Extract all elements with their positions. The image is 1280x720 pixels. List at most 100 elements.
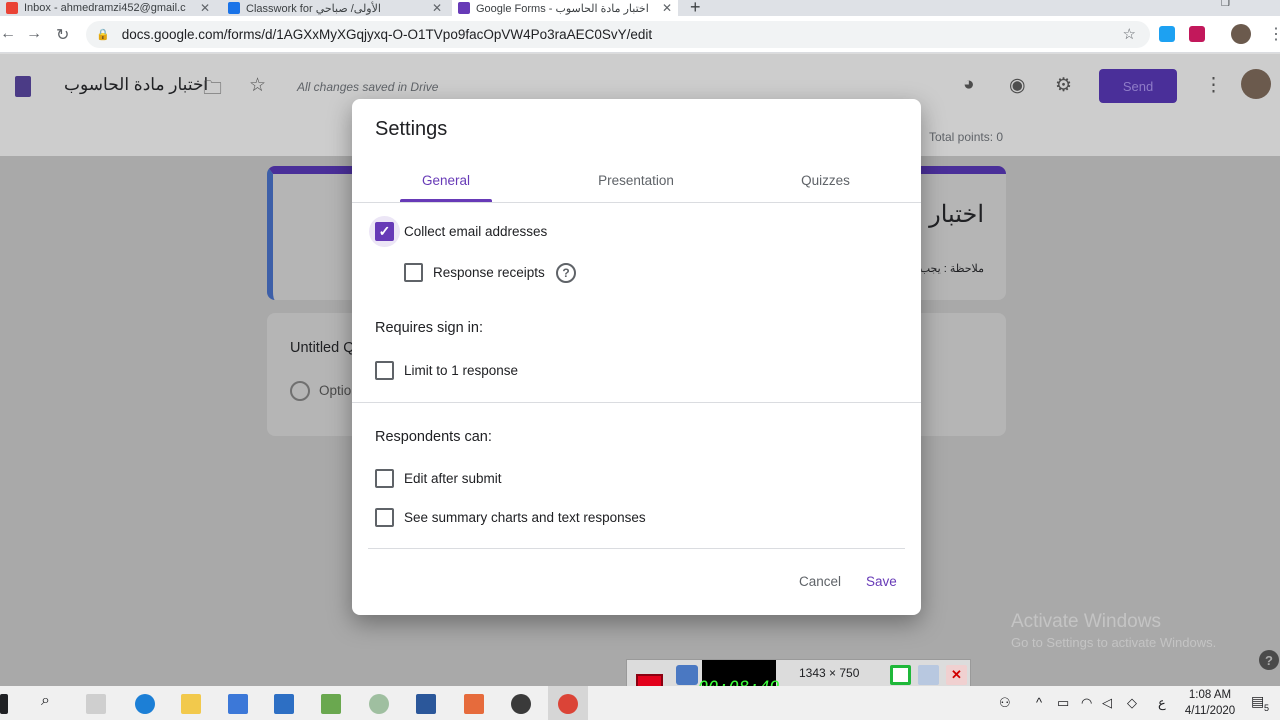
lock-icon: 🔒 bbox=[96, 29, 110, 41]
forward-icon[interactable]: → bbox=[26, 25, 42, 43]
wifi-icon[interactable]: ◠ bbox=[1081, 695, 1092, 711]
avatar[interactable] bbox=[1241, 69, 1271, 99]
action-center-icon[interactable]: ▤ bbox=[1251, 693, 1264, 710]
notepad-icon[interactable] bbox=[321, 694, 341, 714]
tab-general[interactable]: General bbox=[400, 173, 492, 188]
people-icon[interactable]: ⚇ bbox=[999, 695, 1011, 711]
help-circle-icon[interactable]: ? bbox=[556, 263, 576, 283]
app-icon[interactable] bbox=[464, 694, 484, 714]
browser-tab-strip: Inbox - ahmedramzi452@gmail.c ✕ Classwor… bbox=[0, 0, 1280, 17]
requires-sign-in-heading: Requires sign in: bbox=[375, 320, 483, 336]
saved-status: All changes saved in Drive bbox=[297, 80, 439, 94]
more-options-icon[interactable]: ⋮ bbox=[1204, 74, 1223, 97]
browser-toolbar: ← → ↻ 🔒 docs.google.com/forms/d/1AGXxMyX… bbox=[0, 16, 1280, 53]
save-button[interactable]: Save bbox=[866, 574, 897, 589]
tab-label: Google Forms - اختبار مادة الحاسوب bbox=[476, 2, 649, 15]
store-icon[interactable] bbox=[228, 694, 248, 714]
dropbox-icon[interactable]: ◇ bbox=[1127, 695, 1137, 711]
clock-date: 4/11/2020 bbox=[1184, 705, 1236, 717]
cancel-button[interactable]: Cancel bbox=[799, 574, 841, 589]
classroom-icon bbox=[228, 2, 240, 14]
system-clock[interactable]: 1:08 AM 4/11/2020 bbox=[1182, 687, 1238, 719]
limit-response-checkbox[interactable] bbox=[375, 361, 394, 380]
close-icon[interactable]: ✕ bbox=[946, 665, 967, 685]
help-icon[interactable]: ? bbox=[1259, 650, 1279, 670]
settings-gear-icon[interactable]: ⚙ bbox=[1055, 74, 1072, 97]
tab-label: Classwork for ‏الأولى/ صباحي bbox=[246, 2, 381, 15]
window-restore-icon[interactable]: ❐ bbox=[1221, 0, 1230, 9]
forms-icon bbox=[458, 2, 470, 14]
tab-label: Inbox - ahmedramzi452@gmail.c bbox=[24, 2, 186, 14]
browser-menu-icon[interactable]: ⋮ bbox=[1268, 24, 1280, 44]
card-title: اختبار bbox=[929, 201, 984, 228]
edit-after-submit-label: Edit after submit bbox=[404, 471, 502, 486]
browser-tab-forms[interactable]: Google Forms - اختبار مادة الحاسوب ✕ bbox=[452, 0, 678, 16]
form-title[interactable]: اختبار مادة الحاسوب bbox=[64, 75, 208, 95]
question-title: Untitled Q bbox=[290, 340, 355, 356]
preview-eye-icon[interactable]: ◉ bbox=[1009, 74, 1026, 97]
browser-tab-gmail[interactable]: Inbox - ahmedramzi452@gmail.c ✕ bbox=[0, 0, 216, 16]
edge-icon[interactable] bbox=[135, 694, 155, 714]
word-icon[interactable] bbox=[416, 694, 436, 714]
activate-windows-subtitle: Go to Settings to activate Windows. bbox=[1011, 635, 1217, 650]
search-icon[interactable]: ⌕ bbox=[41, 692, 61, 712]
section-divider bbox=[352, 402, 921, 403]
back-icon[interactable]: ← bbox=[0, 25, 16, 43]
edit-after-submit-checkbox[interactable] bbox=[375, 469, 394, 488]
forms-logo[interactable] bbox=[15, 76, 31, 97]
extension-icon[interactable] bbox=[1159, 26, 1175, 42]
start-icon[interactable] bbox=[0, 694, 8, 714]
collect-email-checkbox[interactable]: ✓ bbox=[375, 222, 394, 241]
close-tab-icon[interactable]: ✕ bbox=[200, 1, 210, 15]
total-points: Total points: 0 bbox=[929, 130, 1004, 144]
settings-tabs: General Presentation Quizzes bbox=[352, 161, 921, 203]
response-receipts-checkbox[interactable] bbox=[404, 263, 423, 282]
extension-icon[interactable] bbox=[1189, 26, 1205, 42]
volume-icon[interactable]: ◁ bbox=[1102, 695, 1112, 711]
app-icon[interactable] bbox=[511, 694, 531, 714]
see-summary-checkbox[interactable] bbox=[375, 508, 394, 527]
language-indicator[interactable]: ع bbox=[1158, 695, 1166, 711]
card-description: ملاحظة : يجب bbox=[919, 263, 984, 275]
task-view-icon[interactable] bbox=[86, 694, 106, 714]
response-receipts-label: Response receipts bbox=[433, 265, 545, 280]
mail-icon[interactable] bbox=[274, 694, 294, 714]
file-explorer-icon[interactable] bbox=[181, 694, 201, 714]
url-text: docs.google.com/forms/d/1AGXxMyXGqjyxq-O… bbox=[121, 27, 653, 42]
active-tab-indicator bbox=[400, 199, 492, 202]
region-icon[interactable] bbox=[890, 665, 911, 685]
minimize-icon[interactable] bbox=[918, 665, 939, 685]
battery-icon[interactable]: ▭ bbox=[1057, 695, 1069, 711]
show-hidden-icons[interactable]: ^ bbox=[1036, 695, 1042, 710]
collect-email-label: Collect email addresses bbox=[404, 224, 548, 239]
app-icon[interactable] bbox=[369, 694, 389, 714]
dialog-title: Settings bbox=[375, 118, 448, 140]
windows-taskbar: ⌕ ⚇ ^ ▭ ◠ ◁ ◇ ع 1:08 AM 4/11/2020 ▤ 5 bbox=[0, 686, 1280, 720]
respondents-can-heading: Respondents can: bbox=[375, 429, 492, 445]
footer-divider bbox=[368, 548, 905, 549]
settings-dialog: Settings General Presentation Quizzes ✓ … bbox=[352, 99, 921, 615]
see-summary-label: See summary charts and text responses bbox=[404, 510, 646, 525]
tab-quizzes[interactable]: Quizzes bbox=[788, 173, 863, 188]
browser-tab-classroom[interactable]: Classwork for ‏الأولى/ صباحي ✕ bbox=[222, 0, 448, 16]
radio-option[interactable] bbox=[290, 381, 310, 401]
send-button[interactable]: Send bbox=[1099, 69, 1177, 103]
bookmark-star-icon[interactable]: ☆ bbox=[1123, 25, 1136, 43]
chrome-icon[interactable] bbox=[558, 694, 578, 714]
limit-response-label: Limit to 1 response bbox=[404, 363, 519, 378]
activate-windows-title: Activate Windows bbox=[1011, 611, 1161, 632]
camera-icon[interactable] bbox=[676, 665, 698, 685]
reload-icon[interactable]: ↻ bbox=[56, 25, 69, 45]
notification-count: 5 bbox=[1264, 703, 1270, 713]
profile-avatar[interactable] bbox=[1231, 24, 1251, 44]
palette-icon[interactable]: ◕ bbox=[963, 74, 974, 96]
close-tab-icon[interactable]: ✕ bbox=[662, 1, 672, 15]
address-bar[interactable]: 🔒 docs.google.com/forms/d/1AGXxMyXGqjyxq… bbox=[86, 21, 1150, 48]
close-tab-icon[interactable]: ✕ bbox=[432, 1, 442, 15]
send-label: Send bbox=[1122, 78, 1154, 94]
star-icon[interactable]: ☆ bbox=[249, 74, 266, 97]
gmail-icon bbox=[6, 2, 18, 14]
tab-presentation[interactable]: Presentation bbox=[582, 173, 690, 188]
recording-size: 1343 × 750 bbox=[799, 666, 860, 680]
folder-icon[interactable]: 🗀 bbox=[203, 74, 222, 106]
